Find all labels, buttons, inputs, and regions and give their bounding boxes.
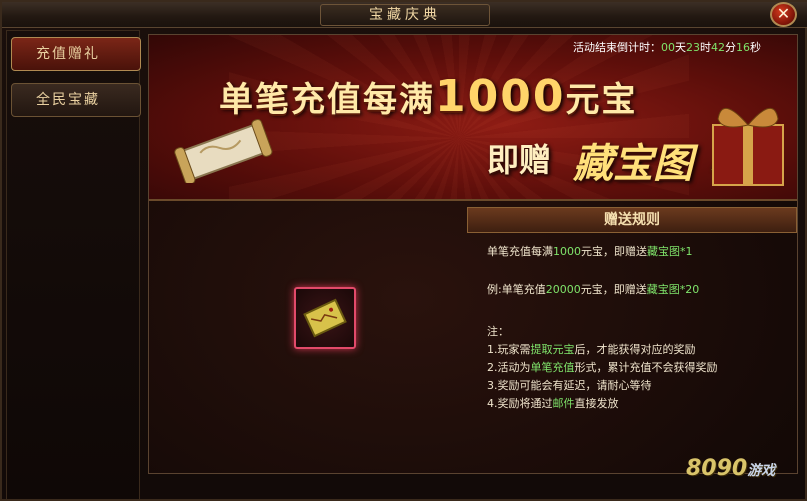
rule-note-2: 2.活动为单笔充值形式，累计充值不会获得奖励	[487, 361, 718, 374]
rule-note-4: 4.奖励将通过邮件直接发放	[487, 397, 619, 410]
window-title: 宝藏庆典	[320, 4, 490, 26]
countdown-timer: 活动结束倒计时：00天23时42分16秒	[573, 41, 761, 54]
banner-gift-item: 藏宝图	[573, 141, 693, 187]
treasure-map-icon	[303, 298, 347, 338]
rule-note-3: 3.奖励可能会有延迟，请耐心等待	[487, 379, 652, 392]
scroll-icon	[174, 119, 273, 183]
banner-gift-prefix: 即赠	[487, 141, 552, 179]
gift-box-icon	[712, 108, 784, 186]
rule-example: 例:单笔充值20000元宝，即赠送藏宝图*20	[487, 283, 700, 296]
main-panel: 活动结束倒计时：00天23时42分16秒 单笔充值每满1000元宝 即赠 藏宝图…	[148, 34, 798, 474]
promo-banner: 活动结束倒计时：00天23时42分16秒 单笔充值每满1000元宝 即赠 藏宝图…	[149, 35, 797, 201]
rule-note-1: 1.玩家需提取元宝后，才能获得对应的奖励	[487, 343, 696, 356]
treasure-map-item-slot[interactable]	[294, 287, 356, 349]
rule-line-1: 单笔充值每满1000元宝，即赠送藏宝图*1	[487, 245, 693, 258]
sidebar-item-recharge-gift[interactable]: 充值赠礼	[11, 37, 141, 71]
rules-header: 赠送规则	[467, 207, 797, 233]
sidebar: 充值赠礼 全民宝藏	[6, 30, 141, 500]
event-window: 宝藏庆典 ✕ 充值赠礼 全民宝藏 活动结束倒计时：00天23时42分16秒 单笔…	[0, 0, 807, 501]
close-button[interactable]: ✕	[770, 2, 797, 27]
site-logo: 8090游戏	[686, 456, 804, 500]
title-bar: 宝藏庆典	[2, 2, 807, 28]
sidebar-item-national-treasure[interactable]: 全民宝藏	[11, 83, 141, 117]
banner-headline: 单笔充值每满1000元宝	[219, 71, 638, 122]
rule-note-title: 注：	[487, 325, 509, 338]
logo-text: 8090游戏	[686, 456, 776, 481]
